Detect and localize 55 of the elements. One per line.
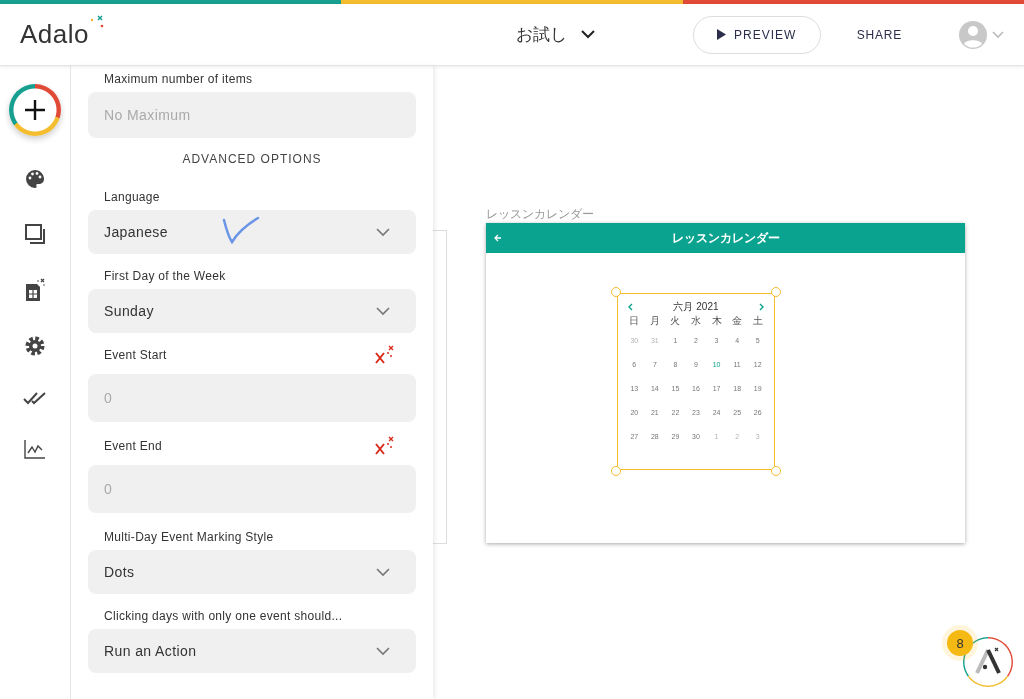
back-arrow-icon[interactable] — [494, 234, 502, 242]
field-label: Clicking days with only one event should... — [104, 609, 343, 623]
resize-handle[interactable] — [611, 466, 621, 476]
weekday-label: 金 — [731, 314, 744, 328]
calendar-month: 六月 2021 — [673, 300, 719, 314]
field-label: Event Start — [104, 348, 167, 362]
chevron-down-icon — [376, 227, 390, 237]
input-field[interactable]: 0 — [88, 374, 416, 422]
weekday-label: 土 — [751, 314, 764, 328]
share-button[interactable]: SHARE — [824, 27, 934, 42]
field-label: Multi-Day Event Marking Style — [104, 530, 274, 544]
settings-icon[interactable] — [24, 335, 46, 357]
resize-handle[interactable] — [611, 287, 621, 297]
weekday-label: 月 — [648, 314, 661, 328]
section-heading: ADVANCED OPTIONS — [181, 152, 323, 166]
sparkle-icon — [89, 15, 105, 29]
screen-name: レッスンカレンダー — [486, 206, 594, 223]
weekday-label: 水 — [690, 314, 702, 328]
dropdown-field[interactable]: Run an Action — [88, 629, 416, 673]
field-label: First Day of the Week — [104, 269, 226, 283]
analytics-icon[interactable] — [24, 439, 46, 459]
resize-handle[interactable] — [771, 287, 781, 297]
chevron-down-icon — [376, 306, 390, 316]
chevron-down-icon — [376, 646, 390, 656]
plus-icon — [23, 98, 47, 122]
dropdown-field[interactable]: Dots — [88, 550, 416, 594]
weekday-label: 火 — [669, 314, 682, 328]
field-label: Maximum number of items — [104, 72, 253, 86]
input-field[interactable]: No Maximum — [88, 92, 416, 138]
database-icon[interactable] — [24, 278, 46, 302]
previous-month-icon[interactable] — [627, 303, 633, 311]
resize-handle[interactable] — [771, 466, 781, 476]
add-button[interactable] — [9, 84, 61, 136]
weekday-label: 日 — [628, 314, 641, 328]
screen-title: レッスンカレンダー — [671, 229, 780, 247]
chevron-down-icon — [376, 567, 390, 577]
notification-badge: 8 — [947, 630, 973, 656]
field-label: Language — [104, 190, 160, 204]
double-check-icon[interactable] — [23, 390, 47, 406]
field-label: Event End — [104, 439, 163, 453]
play-icon — [717, 29, 726, 40]
dropdown-field[interactable]: Japanese — [88, 210, 416, 254]
next-month-icon[interactable] — [759, 303, 765, 311]
dropdown-field[interactable]: Sunday — [88, 289, 416, 333]
weekday-label: 木 — [710, 314, 723, 328]
palette-icon[interactable] — [24, 168, 46, 190]
magic-text-icon[interactable] — [374, 345, 396, 365]
chevron-down-icon[interactable] — [580, 30, 595, 39]
screens-icon[interactable] — [24, 223, 46, 245]
app-name[interactable]: お試し — [515, 23, 567, 46]
preview-button[interactable]: PREVIEW — [692, 15, 821, 54]
logo-text: Adalo — [20, 19, 89, 50]
help-button[interactable] — [963, 637, 1013, 687]
magic-text-icon[interactable] — [374, 436, 396, 456]
input-field[interactable]: 0 — [88, 465, 416, 513]
